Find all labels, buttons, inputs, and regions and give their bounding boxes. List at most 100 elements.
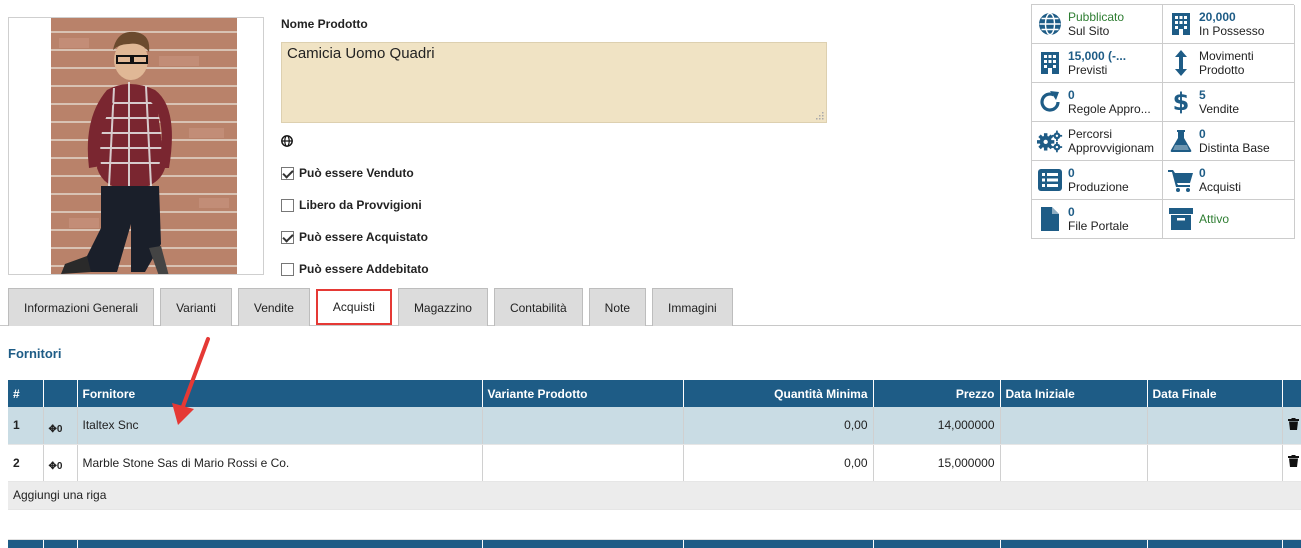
can-be-purchased-option[interactable]: Può essere Acquistato [281, 230, 428, 244]
tab-variants[interactable]: Varianti [160, 288, 232, 326]
delete-row-button[interactable] [1282, 407, 1301, 445]
tab-images[interactable]: Immagini [652, 288, 733, 326]
published-button[interactable]: Pubblicato Sul Sito [1032, 5, 1163, 44]
move-icon[interactable]: ✥ [49, 424, 57, 435]
purchases-label: Acquisti [1199, 180, 1242, 194]
trash-icon[interactable] [1287, 417, 1299, 430]
production-value: 0 [1068, 166, 1075, 180]
product-name-value: Camicia Uomo Quadri [287, 45, 435, 62]
routes-label-2: Approvvigionam [1068, 141, 1155, 155]
tab-sales[interactable]: Vendite [237, 288, 310, 326]
add-line-link[interactable]: Aggiungi una riga [8, 481, 1301, 510]
notebook-tabs: Informazioni Generali Varianti Vendite A… [8, 288, 733, 326]
active-toggle-button[interactable]: Attivo [1163, 200, 1295, 239]
smart-buttons: Pubblicato Sul Sito 20,000 In Possesso 15,… [1031, 4, 1295, 239]
sequence-value: 0 [56, 423, 63, 435]
col-header-handle [43, 380, 78, 407]
product-name-input[interactable]: Camicia Uomo Quadri [281, 42, 827, 123]
sequence-value: 0 [56, 461, 63, 472]
move-icon[interactable]: ✥ [49, 461, 57, 472]
tab-general-info[interactable]: Informazioni Generali [8, 288, 155, 326]
row-number: 1 [8, 407, 44, 445]
refresh-icon [1037, 89, 1063, 115]
delete-row-button[interactable] [1282, 444, 1301, 482]
variant-cell[interactable] [482, 407, 684, 445]
drag-handle[interactable]: ✥ 0 [43, 407, 78, 445]
moves-label-1: Movimenti [1199, 49, 1254, 63]
col-header-variant[interactable]: Variante Prodotto [482, 380, 684, 407]
translate-globe-icon[interactable] [281, 135, 293, 147]
tab-inventory[interactable]: Magazzino [397, 288, 488, 326]
on-hand-button[interactable]: 20,000 In Possesso [1163, 5, 1295, 44]
can-be-purchased-checkbox[interactable] [281, 230, 294, 244]
archive-icon [1168, 206, 1194, 232]
reorder-value: 0 [1068, 88, 1075, 102]
can-be-sold-checkbox[interactable] [281, 166, 294, 180]
building-icon [1168, 11, 1194, 37]
price-cell[interactable]: 15,000000 [873, 444, 1001, 482]
start-date-cell[interactable] [1000, 407, 1148, 445]
resize-grip-icon[interactable] [816, 112, 824, 120]
on-hand-label: In Possesso [1199, 24, 1265, 38]
can-be-sold-option[interactable]: Può essere Venduto [281, 166, 414, 180]
forecast-value: 15,000 (-... [1068, 49, 1127, 63]
can-be-charged-option[interactable]: Può essere Addebitato [281, 262, 429, 276]
min-qty-cell[interactable]: 0,00 [683, 407, 874, 445]
tab-accounting[interactable]: Contabilità [493, 288, 583, 326]
min-qty-cell[interactable]: 0,00 [683, 444, 874, 482]
sales-value: 5 [1199, 88, 1206, 102]
can-be-purchased-label: Può essere Acquistato [299, 230, 428, 244]
published-label: Sul Sito [1068, 24, 1110, 38]
table-footer [8, 539, 1301, 548]
row-number: 2 [8, 444, 44, 482]
can-be-charged-label: Può essere Addebitato [299, 262, 429, 276]
portal-files-button[interactable]: 0 File Portale [1032, 200, 1163, 239]
can-be-charged-checkbox[interactable] [281, 262, 294, 276]
commission-free-checkbox[interactable] [281, 198, 294, 212]
sales-button[interactable]: $ 5 Vendite [1163, 83, 1295, 122]
vendor-cell[interactable]: Marble Stone Sas di Mario Rossi e Co. [77, 444, 483, 482]
col-header-end-date[interactable]: Data Finale [1147, 380, 1283, 407]
sales-label: Vendite [1199, 102, 1240, 116]
bom-value: 0 [1199, 127, 1206, 141]
trash-icon[interactable] [1287, 455, 1299, 467]
gears-icon [1037, 128, 1063, 154]
bom-button[interactable]: 0 Distinta Base [1163, 122, 1295, 161]
vendor-cell[interactable]: Italtex Snc [77, 407, 483, 445]
col-header-min-qty[interactable]: Quantità Minima [683, 380, 874, 407]
published-status: Pubblicato [1068, 10, 1125, 24]
end-date-cell[interactable] [1147, 407, 1283, 445]
col-header-price[interactable]: Prezzo [873, 380, 1001, 407]
col-header-vendor[interactable]: Fornitore [77, 380, 483, 407]
up-down-arrow-icon [1168, 50, 1194, 76]
active-label: Attivo [1199, 212, 1230, 226]
drag-handle[interactable]: ✥ 0 [43, 444, 78, 482]
dollar-icon: $ [1172, 88, 1190, 116]
vendors-section-title: Fornitori [8, 346, 62, 361]
on-hand-value: 20,000 [1199, 10, 1236, 24]
end-date-cell[interactable] [1147, 444, 1283, 482]
product-image[interactable] [8, 17, 264, 275]
commission-free-option[interactable]: Libero da Provvigioni [281, 198, 422, 212]
price-cell[interactable]: 14,000000 [873, 407, 1001, 445]
building-icon [1037, 50, 1063, 76]
file-icon [1037, 206, 1063, 232]
routes-button[interactable]: Percorsi Approvvigionam [1032, 122, 1163, 161]
purchases-button[interactable]: 0 Acquisti [1163, 161, 1295, 200]
col-header-actions [1282, 380, 1301, 407]
table-row[interactable]: 2 ✥ 0 Marble Stone Sas di Mario Rossi e C… [8, 444, 1301, 482]
flask-icon [1168, 128, 1194, 154]
variant-cell[interactable] [482, 444, 684, 482]
production-button[interactable]: 0 Produzione [1032, 161, 1163, 200]
product-moves-button[interactable]: Movimenti Prodotto [1163, 44, 1295, 83]
reorder-rules-button[interactable]: 0 Regole Appro... [1032, 83, 1163, 122]
product-name-label: Nome Prodotto [281, 17, 368, 31]
col-header-start-date[interactable]: Data Iniziale [1000, 380, 1148, 407]
tab-purchases[interactable]: Acquisti [315, 289, 392, 325]
production-label: Produzione [1068, 180, 1129, 194]
portal-files-value: 0 [1068, 205, 1075, 219]
empty-cell [8, 509, 1301, 540]
forecast-button[interactable]: 15,000 (-... Previsti [1032, 44, 1163, 83]
tab-notes[interactable]: Note [588, 288, 647, 326]
start-date-cell[interactable] [1000, 444, 1148, 482]
